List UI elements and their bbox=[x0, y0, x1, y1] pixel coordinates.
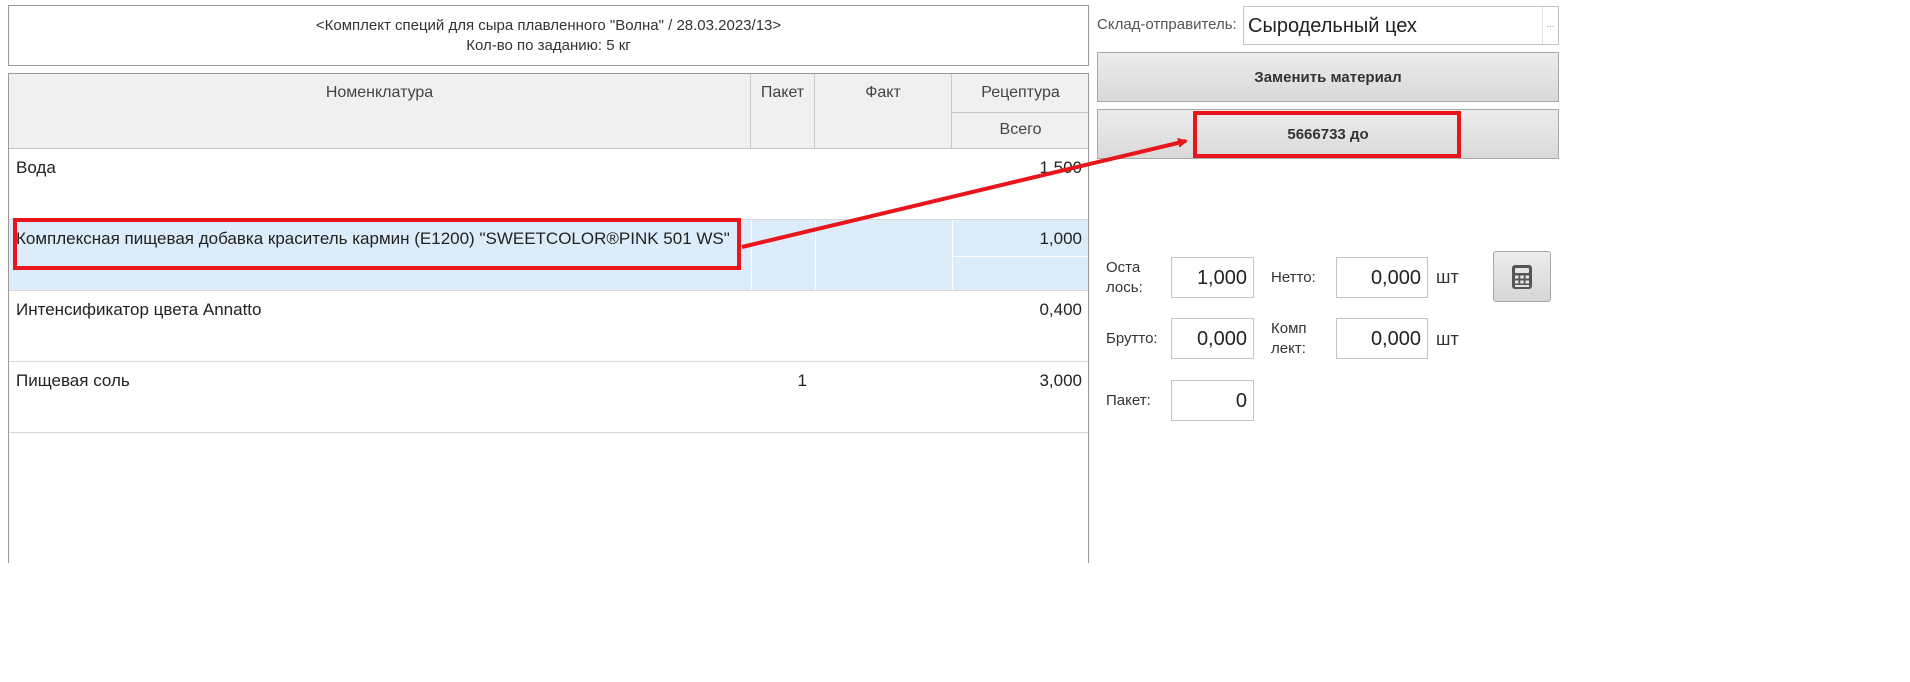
packet-field[interactable]: 0 bbox=[1171, 380, 1254, 421]
row-packet bbox=[751, 220, 815, 290]
netto-unit: шт bbox=[1436, 267, 1459, 287]
kit-label: Комп лект: bbox=[1271, 319, 1307, 359]
netto-field[interactable]: 0,000 bbox=[1336, 257, 1428, 298]
document-header: <Комплект специй для сыра плавленного "В… bbox=[8, 5, 1089, 66]
netto-label: Нетто: bbox=[1271, 269, 1316, 286]
row-total: 1,000 bbox=[1039, 229, 1082, 248]
table-row[interactable]: Вода 1,500 bbox=[9, 149, 1088, 220]
warehouse-value: Сыродельный цех bbox=[1248, 15, 1417, 37]
column-header-packet[interactable]: Пакет bbox=[751, 74, 815, 149]
kit-unit: шт bbox=[1436, 329, 1459, 349]
row-packet bbox=[751, 291, 815, 361]
remaining-field[interactable]: 1,000 bbox=[1171, 257, 1254, 298]
column-header-fact[interactable]: Факт bbox=[815, 74, 952, 149]
packet-label: Пакет: bbox=[1106, 392, 1151, 409]
document-title: <Комплект специй для сыра плавленного "В… bbox=[315, 16, 782, 34]
replace-material-button[interactable]: Заменить материал bbox=[1097, 52, 1559, 102]
row-total: 3,000 bbox=[1039, 371, 1082, 390]
calculator-icon bbox=[1512, 264, 1532, 289]
row-packet: 1 bbox=[797, 371, 807, 390]
row-fact bbox=[815, 220, 952, 290]
column-header-recipe[interactable]: Рецептура bbox=[952, 84, 1088, 102]
kit-label-line1: Комп bbox=[1271, 320, 1307, 337]
brutto-field[interactable]: 0,000 bbox=[1171, 318, 1254, 359]
remaining-label-line1: Оста bbox=[1106, 259, 1141, 276]
row-total: 1,500 bbox=[1039, 158, 1082, 177]
kit-field[interactable]: 0,000 bbox=[1336, 318, 1428, 359]
warehouse-select-button[interactable]: ... bbox=[1542, 7, 1558, 44]
column-header-nomenclature[interactable]: Номенклатура bbox=[9, 74, 751, 149]
remaining-label: Оста лось: bbox=[1106, 258, 1143, 298]
remaining-label-line2: лось: bbox=[1106, 279, 1143, 296]
warehouse-field[interactable]: Сыродельный цех ... bbox=[1243, 6, 1559, 45]
calculator-button[interactable] bbox=[1493, 251, 1551, 302]
row-total: 0,400 bbox=[1039, 300, 1082, 319]
brutto-label: Брутто: bbox=[1106, 330, 1158, 347]
table-header: Номенклатура Пакет Факт Рецептура Всего bbox=[9, 74, 1088, 149]
row-name: Интенсификатор цвета Annatto bbox=[16, 300, 262, 319]
row-packet bbox=[751, 149, 815, 219]
annotation-box-selected-row bbox=[13, 218, 741, 270]
kit-label-line2: лект: bbox=[1271, 340, 1306, 357]
annotation-box-batch-button bbox=[1193, 111, 1461, 158]
row-fact bbox=[815, 149, 952, 219]
column-header-total[interactable]: Всего bbox=[952, 121, 1088, 139]
table-row[interactable]: Интенсификатор цвета Annatto 0,400 bbox=[9, 291, 1088, 362]
table-row[interactable]: Пищевая соль 1 3,000 bbox=[9, 362, 1088, 433]
row-name: Пищевая соль bbox=[16, 371, 130, 390]
nomenclature-table: Номенклатура Пакет Факт Рецептура Всего … bbox=[8, 73, 1089, 563]
warehouse-label: Склад-отправитель: bbox=[1097, 16, 1237, 33]
task-quantity: Кол-во по заданию: 5 кг bbox=[466, 36, 631, 54]
row-fact bbox=[815, 291, 952, 361]
row-name: Вода bbox=[16, 158, 56, 177]
row-fact bbox=[815, 362, 952, 432]
